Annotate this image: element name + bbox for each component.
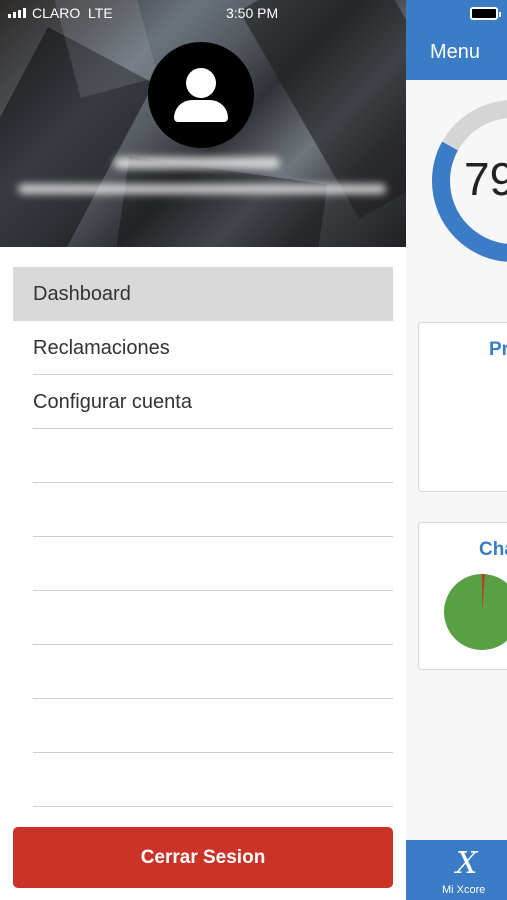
pie-chart xyxy=(444,574,507,650)
menu-button[interactable]: Menu xyxy=(430,41,480,64)
user-email-redacted xyxy=(18,184,386,194)
summary-card[interactable]: Pr xyxy=(418,322,507,492)
menu-item-empty[interactable] xyxy=(13,483,393,537)
menu-item-empty[interactable] xyxy=(13,429,393,483)
signal-icon xyxy=(8,8,26,18)
menu-item-empty[interactable] xyxy=(13,699,393,753)
menu-item-empty[interactable] xyxy=(13,591,393,645)
user-icon xyxy=(186,68,216,98)
status-bar: CLARO LTE 3:50 PM xyxy=(0,0,406,26)
dashboard-peek: Menu 79 Pr Cha X Mi Xcore xyxy=(406,0,507,900)
card-title: Pr xyxy=(489,339,507,360)
menu-item-empty[interactable] xyxy=(13,645,393,699)
score-value: 79 xyxy=(464,153,507,205)
card-title: Cha xyxy=(479,539,507,560)
avatar[interactable] xyxy=(148,42,254,148)
pie-slice-green xyxy=(444,574,507,650)
menu-item-label: Configurar cuenta xyxy=(33,391,192,413)
menu-item-empty[interactable] xyxy=(13,537,393,591)
top-nav-bar: Menu xyxy=(406,0,507,80)
side-drawer: CLARO LTE 3:50 PM Dashboard Reclamacione… xyxy=(0,0,406,900)
drawer-menu: Dashboard Reclamaciones Configurar cuent… xyxy=(13,267,393,807)
menu-item-dashboard[interactable]: Dashboard xyxy=(13,267,393,321)
menu-item-label: Reclamaciones xyxy=(33,337,170,359)
menu-item-empty[interactable] xyxy=(13,753,393,807)
x-logo-icon: X xyxy=(456,846,478,881)
battery-icon xyxy=(470,7,501,20)
menu-item-reclamaciones[interactable]: Reclamaciones xyxy=(13,321,393,375)
logout-button[interactable]: Cerrar Sesion xyxy=(13,827,393,888)
tab-mi-xcore[interactable]: X Mi Xcore xyxy=(406,840,507,900)
carrier-text: CLARO LTE xyxy=(32,5,113,21)
user-name-redacted xyxy=(114,157,280,169)
profile-header: CLARO LTE 3:50 PM xyxy=(0,0,406,247)
clock: 3:50 PM xyxy=(226,5,279,21)
divider xyxy=(33,806,393,807)
menu-item-label: Dashboard xyxy=(33,283,131,305)
menu-item-configurar-cuenta[interactable]: Configurar cuenta xyxy=(13,375,393,429)
tab-label: Mi Xcore xyxy=(442,884,486,896)
